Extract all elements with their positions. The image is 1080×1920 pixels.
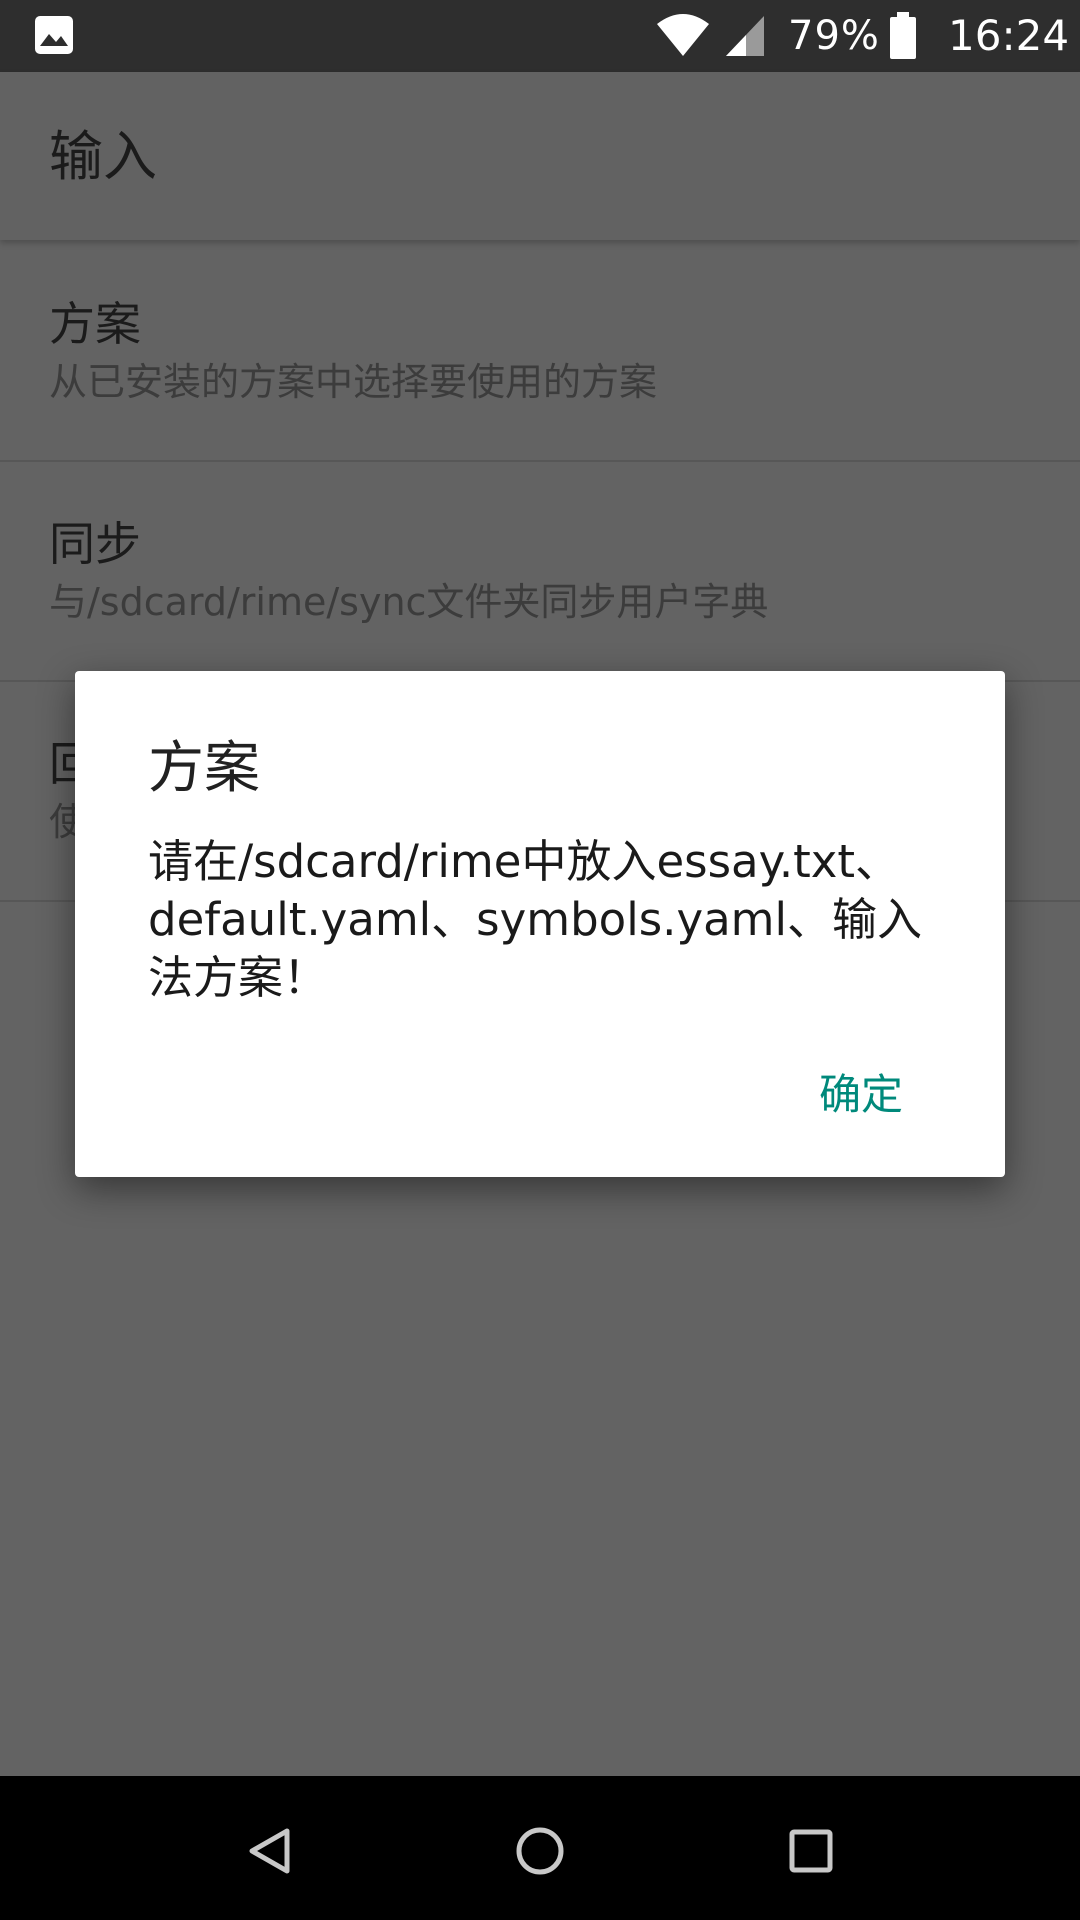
cell-signal-icon xyxy=(726,16,764,56)
ok-button[interactable]: 确定 xyxy=(801,1059,921,1131)
pref-item-schema[interactable]: 方案 从已安装的方案中选择要使用的方案 xyxy=(0,242,1080,462)
clock: 16:24 xyxy=(948,11,1070,60)
battery-icon xyxy=(890,12,916,59)
dialog-title: 方案 xyxy=(148,736,260,801)
wifi-icon xyxy=(657,14,709,56)
pref-summary: 从已安装的方案中选择要使用的方案 xyxy=(49,360,658,404)
dialog-message: 请在/sdcard/rime中放入essay.txt、 default.yaml… xyxy=(148,835,922,1004)
alert-dialog: 方案 请在/sdcard/rime中放入essay.txt、 default.y… xyxy=(75,671,1005,1177)
page-title: 输入 xyxy=(49,125,157,188)
pref-title: 方案 xyxy=(49,297,141,351)
status-bar: 79% 16:24 xyxy=(0,0,1080,72)
battery-percentage: 79% xyxy=(788,13,880,59)
back-icon[interactable] xyxy=(244,1826,294,1876)
home-icon[interactable] xyxy=(515,1826,565,1876)
recents-icon[interactable] xyxy=(786,1826,836,1876)
pref-summary: 与/sdcard/rime/sync文件夹同步用户字典 xyxy=(49,580,769,624)
gallery-icon xyxy=(35,16,73,54)
navigation-bar xyxy=(0,1776,1080,1920)
pref-item-sync[interactable]: 同步 与/sdcard/rime/sync文件夹同步用户字典 xyxy=(0,462,1080,682)
pref-title: 同步 xyxy=(49,517,141,571)
app-bar: 输入 xyxy=(0,72,1080,240)
